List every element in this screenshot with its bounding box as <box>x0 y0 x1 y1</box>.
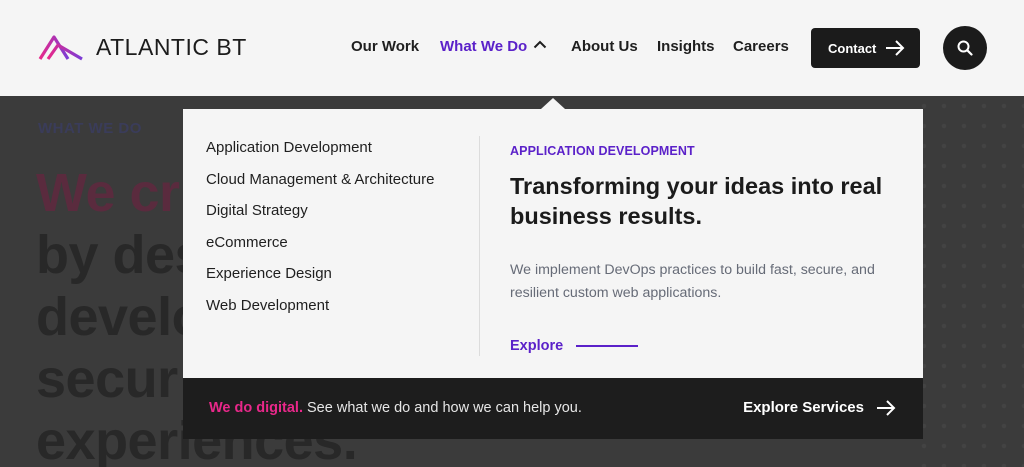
feature-eyebrow: APPLICATION DEVELOPMENT <box>510 144 695 158</box>
chevron-up-icon[interactable] <box>533 40 547 49</box>
explore-link-label: Explore <box>510 338 564 354</box>
contact-button-label: Contact <box>828 40 877 56</box>
hero-headline-line: develo <box>36 287 205 347</box>
search-button[interactable] <box>943 26 987 70</box>
nav-item-our-work[interactable]: Our Work <box>351 38 419 55</box>
menu-item-experience-design[interactable]: Experience Design <box>206 265 434 297</box>
menu-item-ecommerce[interactable]: eCommerce <box>206 234 434 266</box>
feature-description: We implement DevOps practices to build f… <box>510 262 875 301</box>
arrow-right-icon <box>886 40 905 56</box>
footer-text: See what we do and how we can help you. <box>302 400 582 416</box>
menu-item-cloud-management[interactable]: Cloud Management & Architecture <box>206 171 434 203</box>
nav-item-what-we-do[interactable]: What We Do <box>440 38 527 55</box>
dropdown-caret <box>541 98 565 109</box>
hero-headline-line: We cr <box>36 163 180 223</box>
arrow-right-icon <box>877 399 896 416</box>
services-menu: Application Development Cloud Management… <box>206 139 434 329</box>
hero-headline-line: by des <box>36 225 205 285</box>
footer-message: We do digital. See what we do and how we… <box>209 400 582 416</box>
menu-divider <box>479 136 480 356</box>
atlantic-bt-logo-icon <box>38 35 83 61</box>
mega-menu-footer: We do digital. See what we do and how we… <box>183 378 923 439</box>
brand-name: ATLANTIC BT <box>96 33 247 60</box>
nav-item-about-us[interactable]: About Us <box>571 38 638 55</box>
mega-menu-panel: Application Development Cloud Management… <box>183 109 923 378</box>
explore-link[interactable]: Explore <box>510 338 639 354</box>
menu-item-web-development[interactable]: Web Development <box>206 297 434 329</box>
menu-item-application-development[interactable]: Application Development <box>206 139 434 171</box>
explore-services-label: Explore Services <box>743 399 864 416</box>
hero-headline-line: secur <box>36 349 178 409</box>
feature-title: Transforming your ideas into real busine… <box>510 173 883 229</box>
search-icon <box>957 40 973 56</box>
brand-logo[interactable]: ATLANTIC BT <box>38 33 247 61</box>
nav-item-insights[interactable]: Insights <box>657 38 715 55</box>
contact-button[interactable]: Contact <box>811 28 920 68</box>
footer-accent-text: We do digital. <box>209 400 303 416</box>
explore-underline <box>576 345 639 347</box>
site-header: ATLANTIC BT Our Work What We Do About Us… <box>0 0 1024 96</box>
nav-item-careers[interactable]: Careers <box>733 38 789 55</box>
explore-services-link[interactable]: Explore Services <box>743 399 896 416</box>
hero-eyebrow: WHAT WE DO <box>38 120 142 137</box>
menu-item-digital-strategy[interactable]: Digital Strategy <box>206 202 434 234</box>
dot-pattern <box>914 96 1024 467</box>
